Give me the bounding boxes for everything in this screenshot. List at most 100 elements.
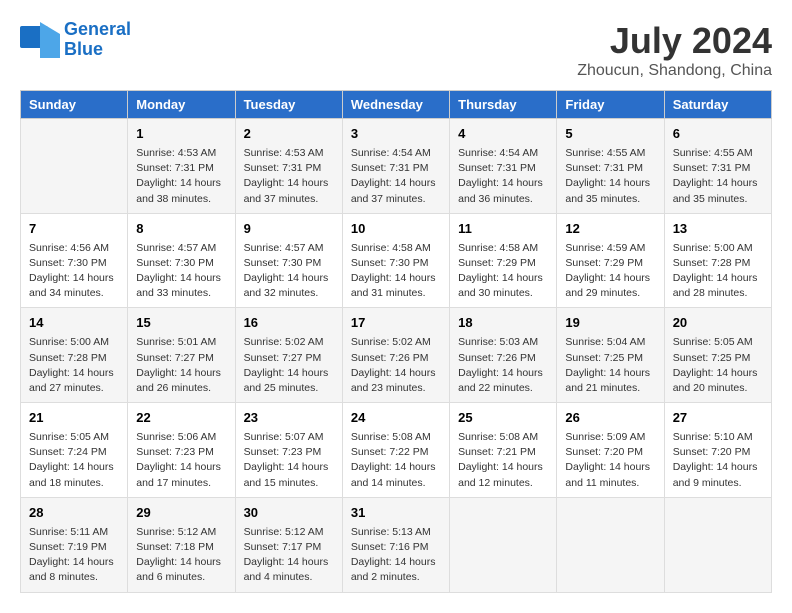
cell-info: and 22 minutes. — [458, 381, 548, 396]
cell-info: and 34 minutes. — [29, 286, 119, 301]
cell-info: Sunrise: 5:06 AM — [136, 430, 226, 445]
day-number: 30 — [244, 504, 334, 523]
week-row-4: 21Sunrise: 5:05 AMSunset: 7:24 PMDayligh… — [21, 403, 772, 498]
cell-info: Sunrise: 4:58 AM — [351, 241, 441, 256]
calendar-cell: 30Sunrise: 5:12 AMSunset: 7:17 PMDayligh… — [235, 497, 342, 592]
day-header-tuesday: Tuesday — [235, 91, 342, 119]
cell-info: Sunrise: 4:55 AM — [565, 146, 655, 161]
cell-info: Sunrise: 4:54 AM — [351, 146, 441, 161]
cell-info: Daylight: 14 hours — [458, 176, 548, 191]
week-row-1: 1Sunrise: 4:53 AMSunset: 7:31 PMDaylight… — [21, 119, 772, 214]
cell-info: Sunrise: 5:00 AM — [29, 335, 119, 350]
day-header-monday: Monday — [128, 91, 235, 119]
calendar-table: SundayMondayTuesdayWednesdayThursdayFrid… — [20, 90, 772, 593]
cell-info: Sunset: 7:20 PM — [673, 445, 763, 460]
day-number: 20 — [673, 314, 763, 333]
cell-info: Sunrise: 4:53 AM — [244, 146, 334, 161]
cell-info: and 29 minutes. — [565, 286, 655, 301]
calendar-cell: 6Sunrise: 4:55 AMSunset: 7:31 PMDaylight… — [664, 119, 771, 214]
calendar-cell: 17Sunrise: 5:02 AMSunset: 7:26 PMDayligh… — [342, 308, 449, 403]
calendar-cell: 11Sunrise: 4:58 AMSunset: 7:29 PMDayligh… — [450, 213, 557, 308]
cell-info: Sunset: 7:20 PM — [565, 445, 655, 460]
calendar-cell: 2Sunrise: 4:53 AMSunset: 7:31 PMDaylight… — [235, 119, 342, 214]
day-number: 29 — [136, 504, 226, 523]
cell-info: Daylight: 14 hours — [29, 271, 119, 286]
cell-info: Sunrise: 5:04 AM — [565, 335, 655, 350]
cell-info: Sunrise: 5:09 AM — [565, 430, 655, 445]
cell-info: and 21 minutes. — [565, 381, 655, 396]
day-number: 24 — [351, 409, 441, 428]
cell-info: and 38 minutes. — [136, 192, 226, 207]
cell-info: Sunset: 7:27 PM — [136, 351, 226, 366]
cell-info: Daylight: 14 hours — [244, 366, 334, 381]
header: General Blue July 2024 Zhoucun, Shandong… — [20, 20, 772, 80]
cell-info: Sunset: 7:26 PM — [351, 351, 441, 366]
cell-info: Sunset: 7:30 PM — [136, 256, 226, 271]
cell-info: and 35 minutes. — [565, 192, 655, 207]
cell-info: and 23 minutes. — [351, 381, 441, 396]
calendar-cell: 13Sunrise: 5:00 AMSunset: 7:28 PMDayligh… — [664, 213, 771, 308]
calendar-cell: 15Sunrise: 5:01 AMSunset: 7:27 PMDayligh… — [128, 308, 235, 403]
cell-info: and 26 minutes. — [136, 381, 226, 396]
calendar-cell: 23Sunrise: 5:07 AMSunset: 7:23 PMDayligh… — [235, 403, 342, 498]
day-number: 12 — [565, 220, 655, 239]
cell-info: and 27 minutes. — [29, 381, 119, 396]
cell-info: and 4 minutes. — [244, 570, 334, 585]
cell-info: Sunrise: 5:03 AM — [458, 335, 548, 350]
day-number: 6 — [673, 125, 763, 144]
cell-info: Daylight: 14 hours — [673, 366, 763, 381]
cell-info: Sunset: 7:22 PM — [351, 445, 441, 460]
day-header-saturday: Saturday — [664, 91, 771, 119]
calendar-cell: 3Sunrise: 4:54 AMSunset: 7:31 PMDaylight… — [342, 119, 449, 214]
cell-info: and 36 minutes. — [458, 192, 548, 207]
cell-info: Daylight: 14 hours — [351, 460, 441, 475]
cell-info: Sunset: 7:31 PM — [136, 161, 226, 176]
cell-info: Sunrise: 5:12 AM — [244, 525, 334, 540]
calendar-cell: 4Sunrise: 4:54 AMSunset: 7:31 PMDaylight… — [450, 119, 557, 214]
day-number: 25 — [458, 409, 548, 428]
cell-info: Sunset: 7:28 PM — [673, 256, 763, 271]
cell-info: Sunrise: 5:05 AM — [29, 430, 119, 445]
calendar-cell — [557, 497, 664, 592]
cell-info: and 30 minutes. — [458, 286, 548, 301]
day-number: 5 — [565, 125, 655, 144]
cell-info: and 15 minutes. — [244, 476, 334, 491]
cell-info: and 11 minutes. — [565, 476, 655, 491]
cell-info: Sunset: 7:19 PM — [29, 540, 119, 555]
day-number: 3 — [351, 125, 441, 144]
day-header-wednesday: Wednesday — [342, 91, 449, 119]
calendar-cell: 24Sunrise: 5:08 AMSunset: 7:22 PMDayligh… — [342, 403, 449, 498]
day-number: 8 — [136, 220, 226, 239]
cell-info: Sunrise: 4:54 AM — [458, 146, 548, 161]
calendar-cell — [450, 497, 557, 592]
day-number: 11 — [458, 220, 548, 239]
cell-info: Sunrise: 4:57 AM — [136, 241, 226, 256]
cell-info: Daylight: 14 hours — [565, 460, 655, 475]
cell-info: and 12 minutes. — [458, 476, 548, 491]
cell-info: Sunset: 7:24 PM — [29, 445, 119, 460]
cell-info: Sunrise: 5:10 AM — [673, 430, 763, 445]
calendar-cell: 20Sunrise: 5:05 AMSunset: 7:25 PMDayligh… — [664, 308, 771, 403]
calendar-cell: 21Sunrise: 5:05 AMSunset: 7:24 PMDayligh… — [21, 403, 128, 498]
cell-info: Sunset: 7:25 PM — [565, 351, 655, 366]
cell-info: Daylight: 14 hours — [673, 271, 763, 286]
cell-info: Sunrise: 5:02 AM — [244, 335, 334, 350]
cell-info: Sunrise: 5:13 AM — [351, 525, 441, 540]
cell-info: Sunset: 7:31 PM — [565, 161, 655, 176]
cell-info: Daylight: 14 hours — [136, 555, 226, 570]
cell-info: Daylight: 14 hours — [136, 271, 226, 286]
cell-info: Sunset: 7:26 PM — [458, 351, 548, 366]
week-row-5: 28Sunrise: 5:11 AMSunset: 7:19 PMDayligh… — [21, 497, 772, 592]
cell-info: Daylight: 14 hours — [673, 460, 763, 475]
cell-info: Sunrise: 4:57 AM — [244, 241, 334, 256]
cell-info: and 33 minutes. — [136, 286, 226, 301]
cell-info: Sunset: 7:31 PM — [244, 161, 334, 176]
cell-info: Sunset: 7:31 PM — [351, 161, 441, 176]
cell-info: and 20 minutes. — [673, 381, 763, 396]
day-number: 4 — [458, 125, 548, 144]
cell-info: Sunset: 7:30 PM — [351, 256, 441, 271]
cell-info: Daylight: 14 hours — [351, 555, 441, 570]
cell-info: and 37 minutes. — [244, 192, 334, 207]
cell-info: Sunset: 7:29 PM — [565, 256, 655, 271]
cell-info: Sunset: 7:30 PM — [244, 256, 334, 271]
